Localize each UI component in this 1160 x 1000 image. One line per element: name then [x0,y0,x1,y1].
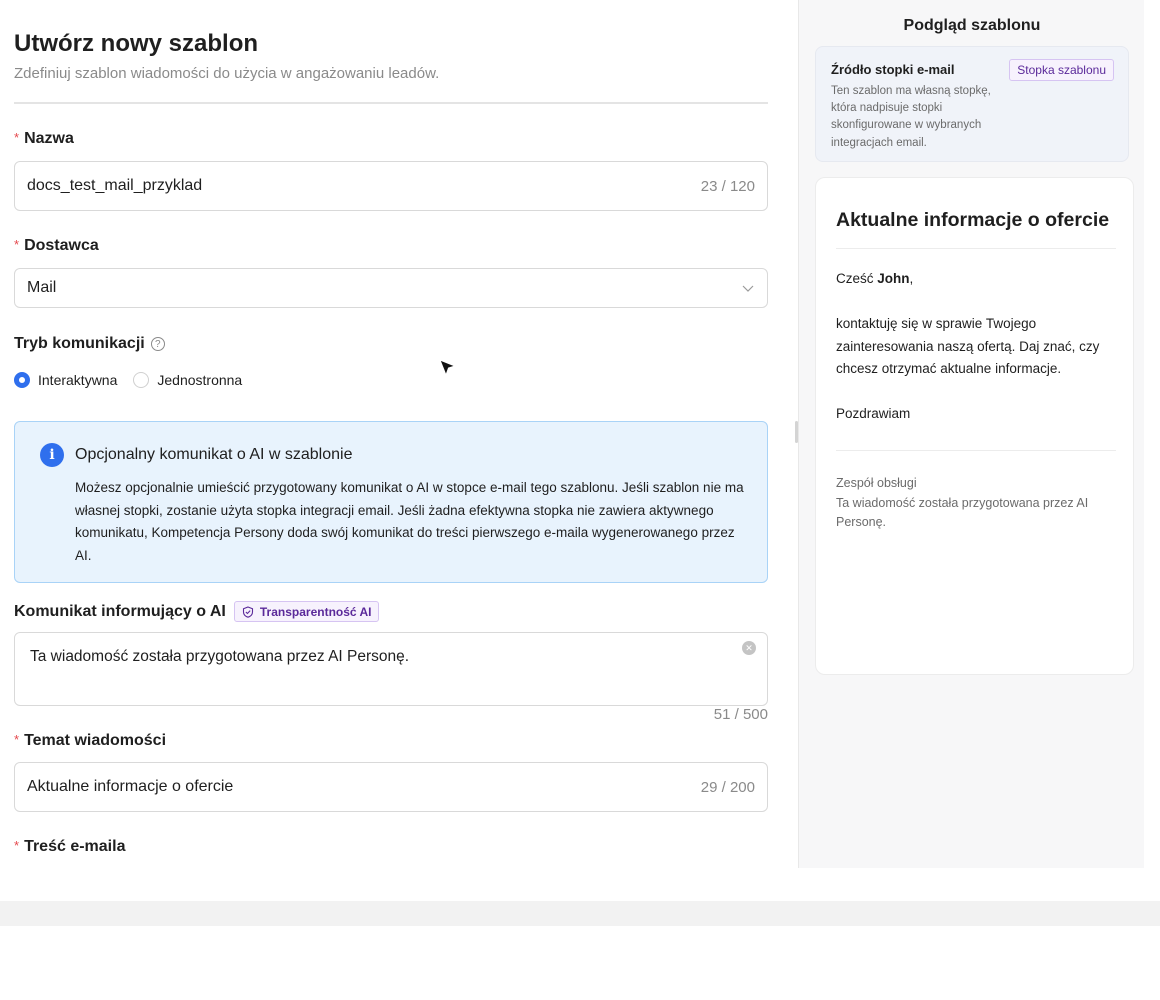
required-marker: * [14,837,20,853]
email-footer: Zespół obsługi Ta wiadomość została przy… [836,474,1116,533]
ai-notice-label-text: Komunikat informujący o AI [14,602,226,620]
footer-source-card: Źródło stopki e-mail Ten szablon ma włas… [815,46,1129,162]
greeting-name: John [877,271,910,286]
radio-oneway[interactable] [133,372,150,388]
mode-option-interactive-label[interactable]: Interaktywna [38,372,117,388]
footer-source-badge: Stopka szablonu [1009,59,1114,81]
template-form: Utwórz nowy szablon Zdefiniuj szablon wi… [0,0,798,868]
ai-transparency-badge: Transparentność AI [233,601,380,622]
page-subtitle: Zdefiniuj szablon wiadomości do użycia w… [14,65,440,82]
mode-option-interactive[interactable]: Interaktywna [14,372,117,388]
provider-select-value[interactable]: Mail [27,279,741,297]
shield-icon [242,605,253,618]
subject-input[interactable]: Aktualne informacje o ofercie 29 / 200 [14,762,768,812]
greeting-prefix: Cześć [836,271,878,286]
email-greeting: Cześć John, [836,268,1116,291]
name-label-text: Nazwa [24,130,74,147]
ai-notice-char-count: 51 / 500 [713,706,768,723]
required-marker: * [14,731,20,747]
subject-input-value[interactable]: Aktualne informacje o ofercie [27,778,701,796]
preview-title: Podgląd szablonu [903,17,1041,34]
ai-notice-textarea[interactable]: Ta wiadomość została przygotowana przez … [14,632,768,706]
email-divider [836,248,1116,249]
bottom-bar [0,901,1160,926]
body-label-text: Treść e-maila [24,838,126,855]
ai-transparency-badge-text: Transparentność AI [259,604,372,619]
name-label: * Nazwa [14,130,74,148]
email-subject: Aktualne informacje o ofercie [836,209,1110,231]
mode-label: Tryb komunikacji ? [14,335,165,353]
provider-label: * Dostawca [14,237,99,255]
clear-icon[interactable]: ✕ [742,641,756,655]
info-title: Opcjonalny komunikat o AI w szablonie [75,446,353,463]
name-char-count: 23 / 120 [700,177,755,195]
email-body: Cześć John, kontaktuję się w sprawie Two… [836,268,1116,448]
ai-notice-textarea-value[interactable]: Ta wiadomość została przygotowana przez … [30,648,409,666]
email-closing: Pozdrawiam [836,406,911,421]
provider-select[interactable]: Mail [14,268,768,308]
name-input[interactable]: docs_test_mail_przyklad 23 / 120 [14,161,768,211]
footer-source-text: Ten szablon ma własną stopkę, która nadp… [831,85,991,149]
info-icon: i [40,443,64,467]
mode-radio-group: Interaktywna Jednostronna [14,372,258,388]
help-icon[interactable]: ? [150,337,165,351]
greeting-suffix: , [909,271,914,286]
email-preview-card: Aktualne informacje o ofercie Cześć John… [815,177,1134,675]
title-divider [14,102,768,104]
subject-char-count: 29 / 200 [700,778,755,796]
template-preview: Podgląd szablonu Źródło stopki e-mail Te… [798,0,1144,868]
mouse-cursor-icon [439,359,457,377]
subject-label-text: Temat wiadomości [24,732,167,749]
mode-label-text: Tryb komunikacji [14,335,145,352]
radio-interactive[interactable] [14,372,30,388]
email-paragraph: kontaktuję się w sprawie Twojego zainter… [836,316,1100,376]
page-title: Utwórz nowy szablon [14,30,259,57]
mode-option-oneway[interactable]: Jednostronna [133,372,242,388]
ai-notice-label: Komunikat informujący o AI Transparentno… [14,601,380,622]
email-footer-divider [836,450,1116,451]
chevron-down-icon[interactable] [741,281,755,295]
ai-info-alert: i Opcjonalny komunikat o AI w szablonie … [14,421,768,583]
footer-source-title: Źródło stopki e-mail [831,62,955,77]
required-marker: * [14,129,20,145]
info-text: Możesz opcjonalnie umieścić przygotowany… [75,480,744,563]
name-input-value[interactable]: docs_test_mail_przyklad [27,177,701,195]
required-marker: * [14,236,20,252]
body-label: * Treść e-maila [14,838,125,856]
email-footer-ai: Ta wiadomość została przygotowana przez … [836,495,1089,530]
email-footer-team: Zespół obsługi [836,476,917,490]
provider-label-text: Dostawca [24,237,99,254]
subject-label: * Temat wiadomości [14,732,166,750]
mode-option-oneway-label[interactable]: Jednostronna [157,372,242,388]
